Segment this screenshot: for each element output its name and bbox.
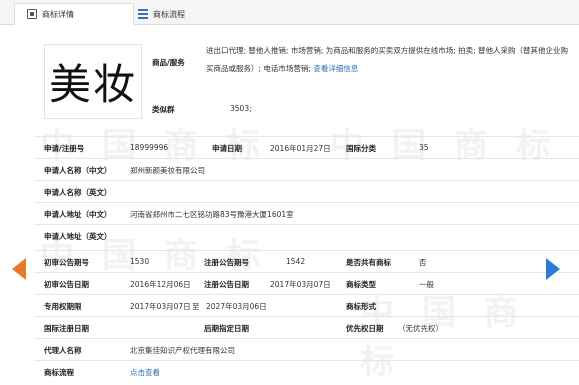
trademark-image: 美妆 [44,44,142,119]
prelim-pub-no-label: 初审公告期号 [44,258,89,267]
tab-label: 商标详情 [42,9,74,19]
reg-no-value: 18999996 [130,143,169,152]
reg-pub-date-label: 注册公告日期 [204,280,249,289]
tab-trademark-flow[interactable]: 商标流程 [132,3,185,25]
table-row: 申请人地址（英文） [34,224,579,246]
table-row: 初审公告期号 1530 注册公告期号 1542 是否共有商标 否 [34,250,579,272]
intl-reg-date-label: 国际注册日期 [44,324,89,333]
applicant-cn-value: 郑州新颜美妆有限公司 [130,166,205,175]
address-cn-label: 申请人地址（中文） [44,210,112,219]
mark-form-label: 商标形式 [346,302,376,311]
services-value: 进出口代理; 替他人推销; 市场营销; 为商品和服务的买卖双方提供在线市场; 拍… [206,46,569,73]
table-row: 代理人名称 北京集佳知识产权代理有限公司 [34,338,579,360]
next-arrow-icon[interactable] [546,258,560,280]
prelim-pub-date-value: 2016年12月06日 [130,280,191,289]
exclusive-end-value: 2027年03月06日 [206,302,267,311]
previous-arrow-icon[interactable] [12,258,26,280]
applicant-en-label: 申请人名称（英文） [44,188,112,197]
table-row: 申请/注册号 18999996 申请日期 2016年01月27日 国际分类 35 [34,136,579,158]
priority-date-value: （无优先权） [398,324,443,333]
applicant-cn-label: 申请人名称（中文） [44,166,112,175]
table-row: 申请人名称（中文） 郑州新颜美妆有限公司 [34,158,579,180]
priority-date-label: 优先权日期 [346,324,384,333]
exclusive-to-text: 至 [192,302,200,311]
table-row: 专用权期限 2017年03月07日 至 2027年03月06日 商标形式 [34,294,579,316]
shared-mark-value: 否 [419,258,427,267]
table-row: 申请人地址（中文） 河南省郑州市二七区铭功路83号豫港大厦1601室 [34,202,579,224]
table-row: 初审公告日期 2016年12月06日 注册公告日期 2017年03月07日 商标… [34,272,579,294]
intl-class-value: 35 [419,143,429,152]
list-icon [138,9,148,19]
view-flow-link[interactable]: 点击查看 [130,367,160,378]
services-text: 进出口代理; 替他人推销; 市场营销; 为商品和服务的买卖双方提供在线市场; 拍… [206,42,571,78]
prelim-pub-no-value: 1530 [130,257,150,266]
tab-bar: 商标详情 商标流程 [0,0,579,25]
apply-date-label: 申请日期 [212,144,242,153]
address-cn-value: 河南省郑州市二七区铭功路83号豫港大厦1601室 [130,210,294,219]
services-label: 商品/服务 [152,58,185,67]
reg-pub-no-label: 注册公告期号 [204,258,249,267]
similar-group-value: 3503; [230,104,252,113]
exclusive-start-value: 2017年03月07日 [130,302,191,311]
tab-label: 商标流程 [153,9,185,19]
agent-label: 代理人名称 [44,346,82,355]
table-row: 申请人名称（英文） [34,180,579,202]
apply-date-value: 2016年01月27日 [270,144,331,153]
shared-mark-label: 是否共有商标 [346,258,391,267]
intl-class-label: 国际分类 [346,144,376,153]
mark-type-label: 商标类型 [346,280,376,289]
similar-group-label: 类似群 [152,105,175,114]
trademark-text: 美妆 [48,60,137,109]
reg-pub-no-value: 1542 [286,257,306,266]
table-row: 国际注册日期 后期指定日期 优先权日期 （无优先权） [34,316,579,338]
flow-label: 商标流程 [44,368,74,377]
view-details-link[interactable]: 查看详细信息 [313,64,358,73]
exclusive-term-label: 专用权期限 [44,302,82,311]
address-en-label: 申请人地址（英文） [44,232,112,241]
agent-value: 北京集佳知识产权代理有限公司 [130,346,235,355]
table-row: 商标流程 点击查看 [34,360,579,382]
prelim-pub-date-label: 初审公告日期 [44,280,89,289]
document-icon [27,9,37,19]
reg-no-label: 申请/注册号 [44,144,85,153]
reg-pub-date-value: 2017年03月07日 [270,280,331,289]
later-date-label: 后期指定日期 [204,324,249,333]
mark-type-value: 一般 [419,280,434,289]
tab-trademark-details[interactable]: 商标详情 [14,3,134,25]
